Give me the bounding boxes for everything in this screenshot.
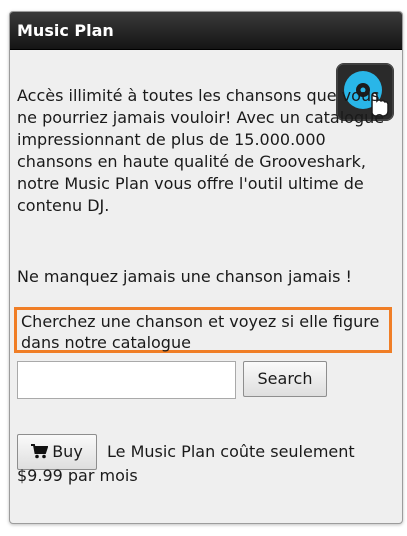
search-button[interactable]: Search (243, 361, 327, 397)
song-search-input[interactable] (17, 361, 236, 399)
widget-title: Music Plan (10, 12, 402, 50)
music-plan-widget: Music Plan Accès illimité à toutes les c… (9, 11, 403, 524)
price-text: Le Music Plan coûte seulement $9.99 par … (17, 442, 355, 485)
search-prompt: Cherchez une chanson et voyez si elle fi… (14, 307, 392, 353)
plan-description: Accès illimité à toutes les chansons que… (17, 86, 385, 215)
plan-tagline: Ne manquez jamais une chanson jamais ! (17, 267, 352, 286)
